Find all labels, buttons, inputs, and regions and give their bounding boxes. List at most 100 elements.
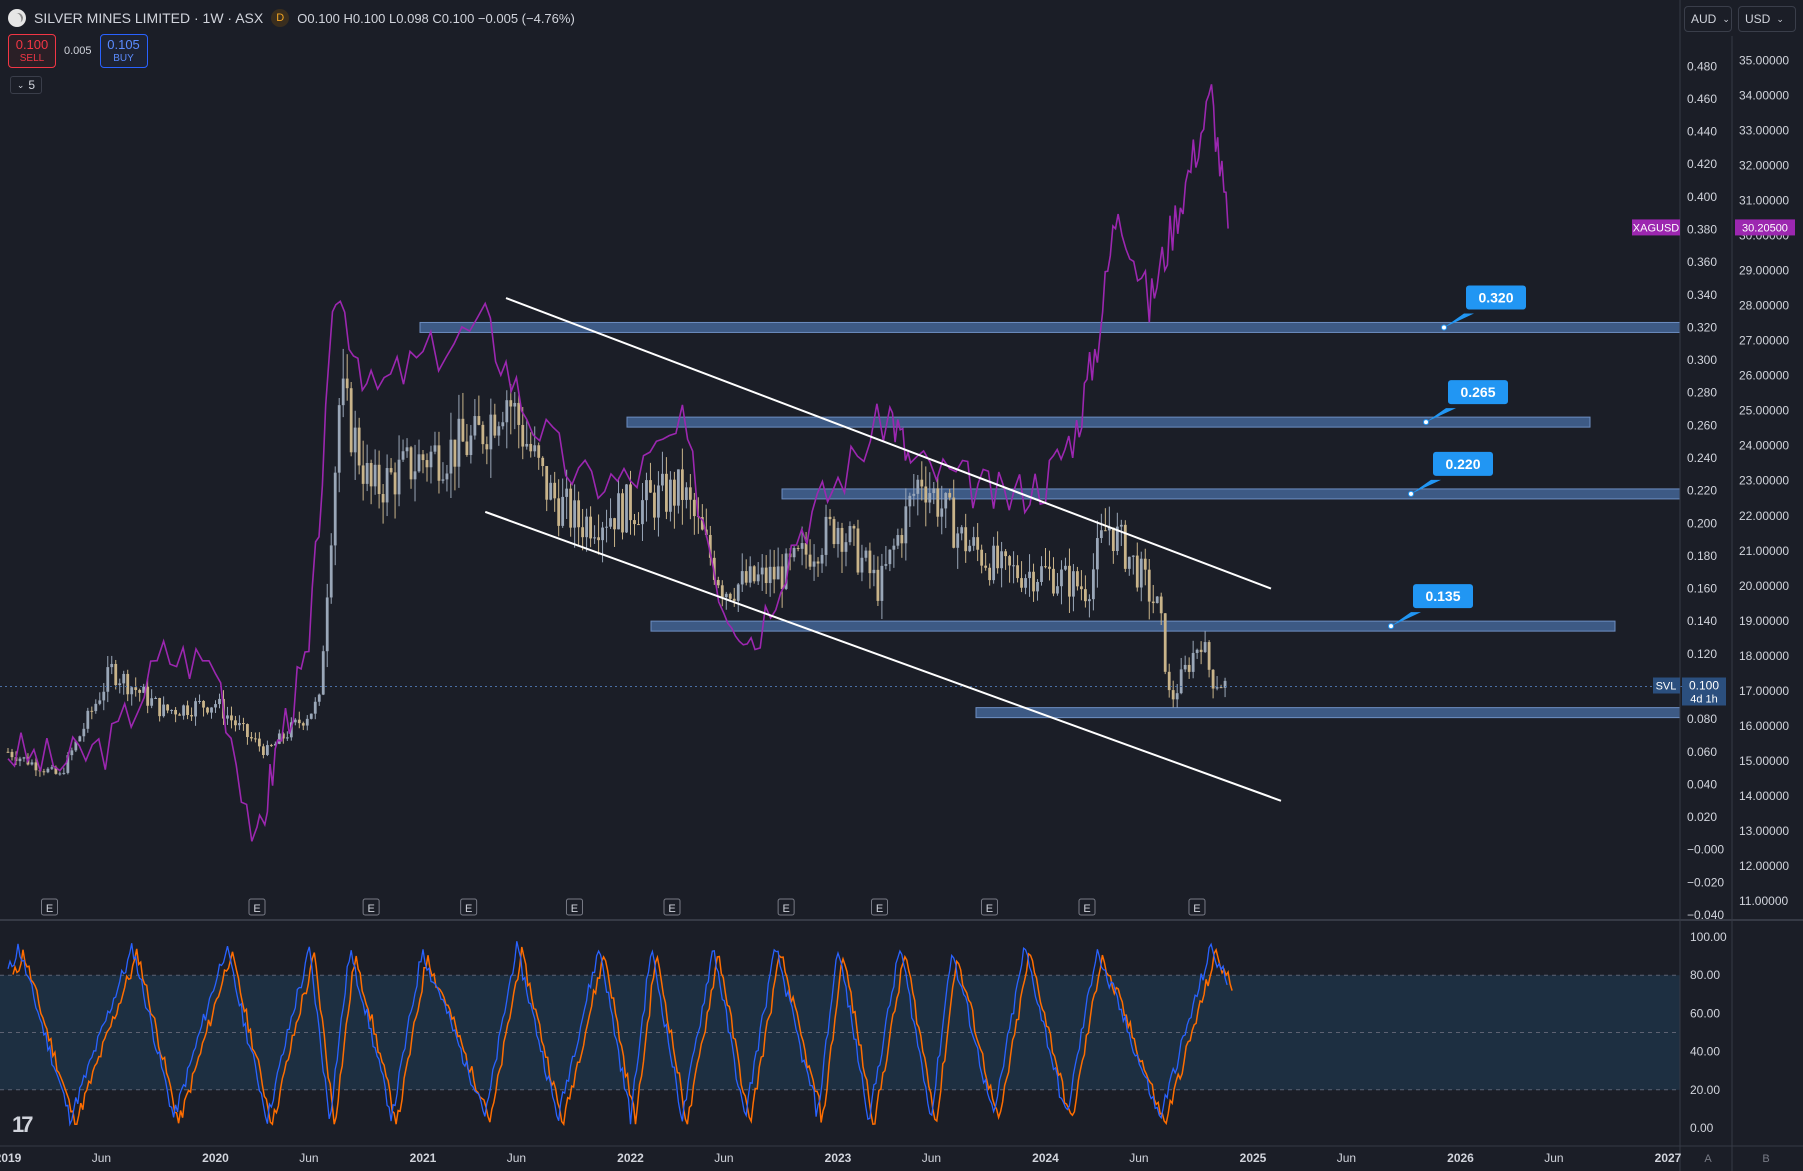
candle-body[interactable]	[110, 663, 114, 668]
candle-body[interactable]	[1068, 565, 1071, 597]
candle-body[interactable]	[277, 733, 281, 744]
candle-body[interactable]	[301, 723, 305, 726]
candle-body[interactable]	[852, 526, 856, 529]
candle-body[interactable]	[321, 651, 325, 695]
candle-body[interactable]	[1187, 664, 1191, 672]
candle-body[interactable]	[573, 500, 577, 528]
candle-body[interactable]	[473, 416, 477, 436]
candle-body[interactable]	[361, 465, 365, 484]
candle-body[interactable]	[1143, 558, 1147, 570]
candle-body[interactable]	[896, 535, 900, 546]
candle-body[interactable]	[1044, 566, 1047, 568]
candle-body[interactable]	[872, 569, 876, 574]
candle-body[interactable]	[1084, 589, 1087, 602]
candle-body[interactable]	[732, 598, 736, 601]
candle-body[interactable]	[1032, 571, 1035, 592]
candle-body[interactable]	[581, 527, 585, 538]
candle-body[interactable]	[313, 701, 317, 714]
candle-body[interactable]	[409, 447, 413, 480]
indicators-collapse-button[interactable]: ⌄ 5	[10, 76, 42, 94]
candle-body[interactable]	[952, 497, 956, 548]
currency-select-right[interactable]: USD ⌄	[1738, 6, 1796, 32]
candle-body[interactable]	[740, 571, 744, 585]
candle-body[interactable]	[190, 715, 193, 717]
candle-body[interactable]	[597, 537, 600, 541]
candle-body[interactable]	[1203, 642, 1207, 653]
earnings-marker[interactable]: E	[777, 898, 795, 916]
candle-body[interactable]	[824, 516, 828, 555]
candle-body[interactable]	[864, 550, 868, 558]
candle-body[interactable]	[641, 500, 644, 525]
candle-body[interactable]	[960, 527, 964, 534]
candle-body[interactable]	[345, 378, 349, 389]
candle-body[interactable]	[317, 694, 321, 702]
candle-body[interactable]	[170, 709, 174, 711]
candle-body[interactable]	[349, 388, 353, 453]
interval-badge[interactable]: D	[271, 9, 290, 27]
candle-body[interactable]	[1095, 538, 1099, 570]
candle-body[interactable]	[238, 723, 241, 726]
candle-body[interactable]	[393, 472, 397, 495]
candle-body[interactable]	[1151, 601, 1155, 604]
candle-body[interactable]	[529, 443, 533, 452]
candle-body[interactable]	[166, 704, 170, 711]
candle-body[interactable]	[1028, 571, 1031, 579]
candle-body[interactable]	[297, 719, 301, 724]
candle-body[interactable]	[1103, 530, 1107, 532]
candle-body[interactable]	[1135, 555, 1139, 588]
candle-body[interactable]	[150, 698, 154, 706]
candle-body[interactable]	[202, 700, 205, 708]
candle-body[interactable]	[1099, 530, 1103, 539]
candle-body[interactable]	[924, 486, 928, 503]
candle-body[interactable]	[206, 707, 209, 713]
support-resistance-zone[interactable]	[650, 620, 1616, 632]
candle-body[interactable]	[1076, 571, 1079, 587]
candle-body[interactable]	[553, 482, 557, 499]
candle-body[interactable]	[42, 771, 46, 773]
candle-body[interactable]	[1191, 652, 1195, 672]
candle-body[interactable]	[561, 496, 565, 526]
candle-body[interactable]	[102, 691, 106, 701]
candle-body[interactable]	[625, 484, 628, 533]
candle-body[interactable]	[992, 545, 996, 581]
candle-body[interactable]	[118, 683, 122, 686]
candle-body[interactable]	[876, 569, 880, 601]
candle-body[interactable]	[928, 493, 932, 503]
candle-body[interactable]	[126, 673, 130, 695]
candle-body[interactable]	[162, 704, 166, 717]
candle-body[interactable]	[657, 485, 660, 518]
candle-body[interactable]	[50, 767, 54, 769]
candle-body[interactable]	[720, 585, 724, 598]
candle-body[interactable]	[178, 714, 181, 716]
candle-body[interactable]	[684, 487, 688, 500]
candle-body[interactable]	[557, 498, 561, 526]
candle-body[interactable]	[804, 543, 808, 555]
buy-button[interactable]: 0.105 BUY	[99, 34, 148, 68]
candle-body[interactable]	[996, 545, 1000, 569]
candle-body[interactable]	[868, 550, 872, 574]
candle-body[interactable]	[413, 471, 417, 480]
candle-body[interactable]	[353, 427, 357, 453]
candle-body[interactable]	[1072, 571, 1075, 597]
candle-body[interactable]	[341, 378, 345, 406]
candle-body[interactable]	[1139, 558, 1143, 588]
candle-body[interactable]	[78, 736, 82, 742]
candle-body[interactable]	[226, 715, 229, 719]
candle-body[interactable]	[912, 493, 916, 496]
candle-body[interactable]	[234, 720, 237, 726]
candle-body[interactable]	[6, 751, 10, 753]
candle-body[interactable]	[333, 472, 337, 546]
earnings-marker[interactable]: E	[980, 898, 998, 916]
candle-body[interactable]	[445, 473, 449, 480]
candle-body[interactable]	[645, 480, 648, 501]
candle-body[interactable]	[744, 571, 748, 583]
candle-body[interactable]	[1012, 565, 1015, 567]
candle-body[interactable]	[1087, 599, 1091, 602]
candle-body[interactable]	[820, 554, 824, 564]
candle-body[interactable]	[653, 492, 656, 518]
candle-body[interactable]	[441, 479, 445, 481]
candle-body[interactable]	[449, 439, 453, 474]
candle-body[interactable]	[669, 479, 672, 512]
candle-body[interactable]	[688, 487, 692, 500]
earnings-marker[interactable]: E	[362, 898, 380, 916]
